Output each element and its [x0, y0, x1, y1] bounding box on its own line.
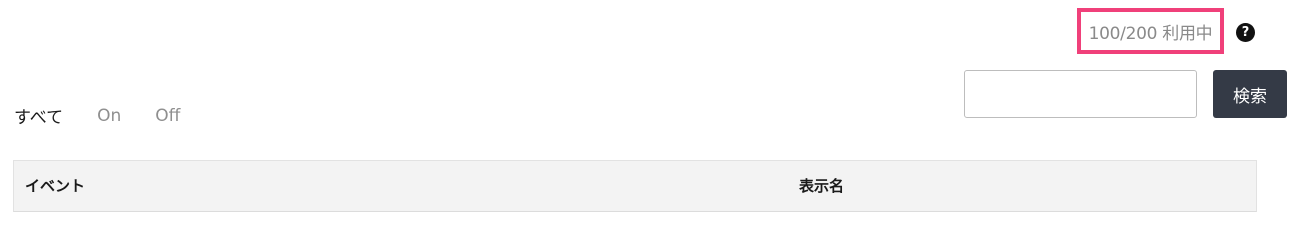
- usage-indicator: 100/200 利用中: [1077, 8, 1224, 54]
- filter-tab-off[interactable]: Off: [155, 106, 180, 126]
- event-table-header: イベント 表示名: [13, 160, 1257, 212]
- help-icon[interactable]: ?: [1236, 23, 1255, 42]
- column-header-event: イベント: [25, 177, 86, 195]
- usage-count: 100/200 利用中: [1088, 23, 1213, 44]
- search-input[interactable]: [964, 70, 1197, 118]
- event-list-page: 100/200 利用中 ? すべて On Off 検索 イベント 表示名: [0, 0, 1294, 212]
- filter-tabs: すべて On Off: [14, 103, 214, 129]
- filter-tab-on[interactable]: On: [97, 106, 121, 126]
- filter-tab-all[interactable]: すべて: [14, 103, 63, 128]
- column-header-display-name: 表示名: [799, 177, 845, 195]
- search-button[interactable]: 検索: [1213, 70, 1287, 118]
